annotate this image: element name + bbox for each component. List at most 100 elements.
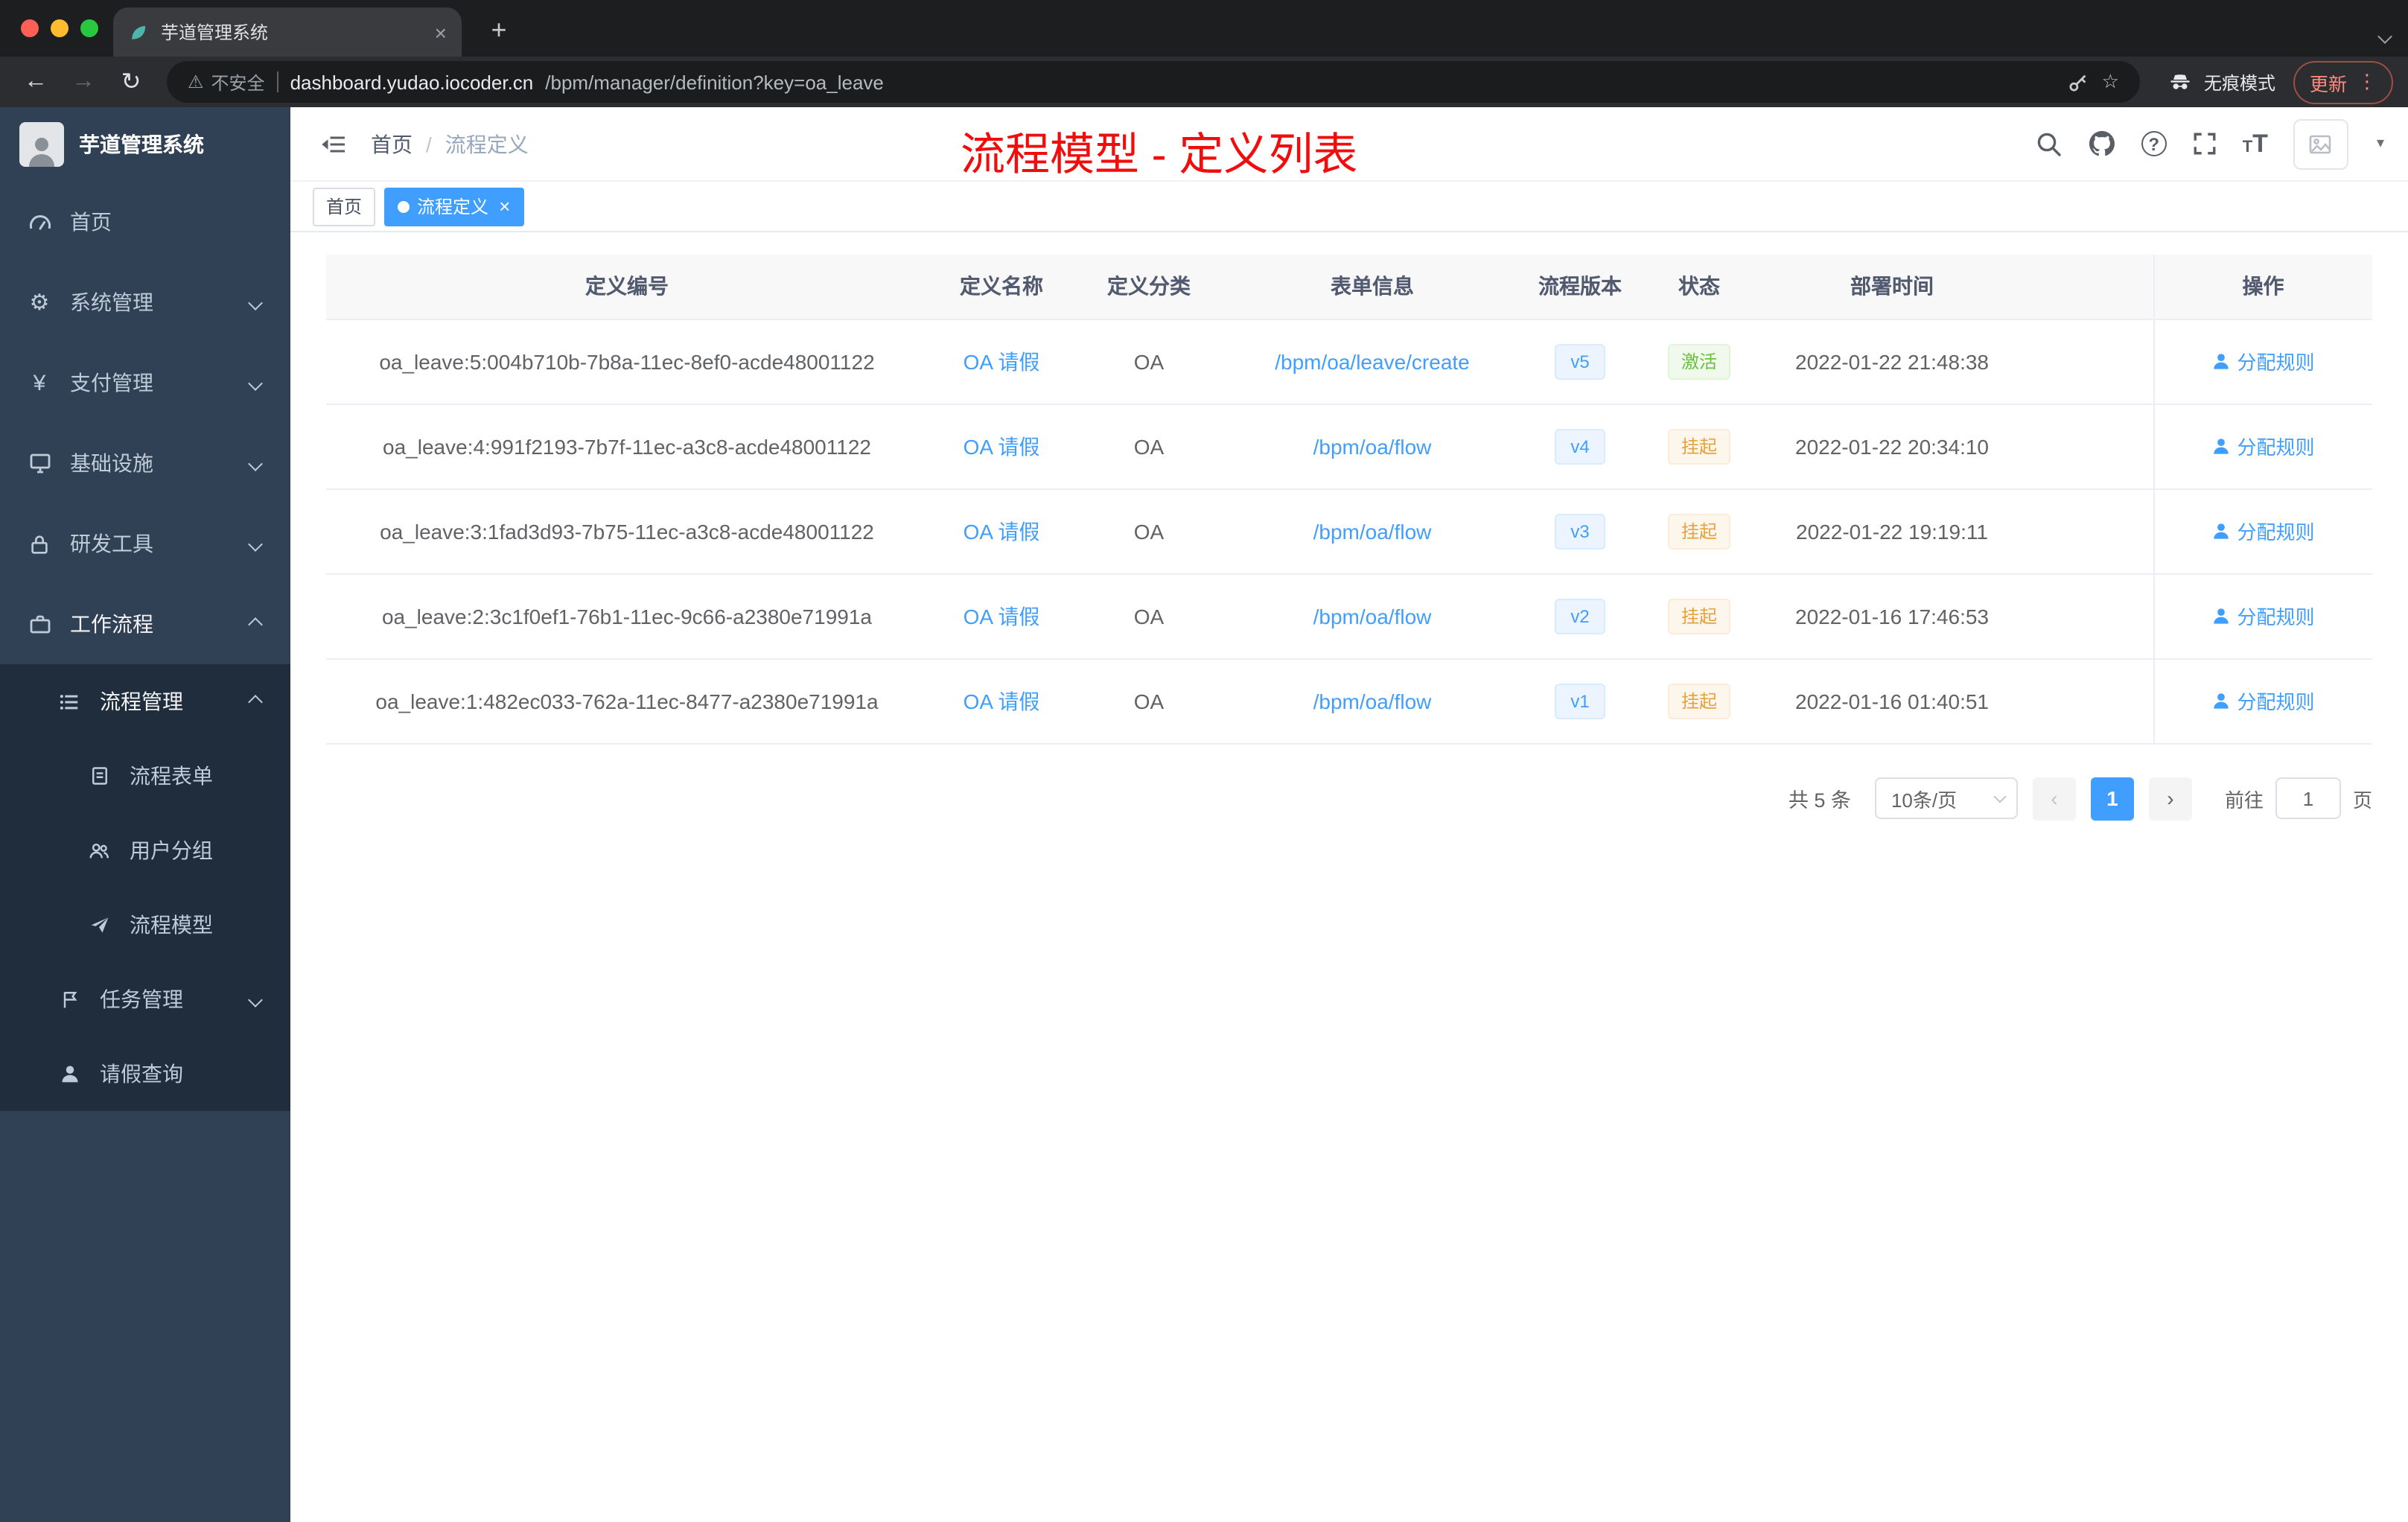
page-title: 流程模型 - 定义列表 — [961, 131, 1358, 180]
col-filler — [2024, 255, 2153, 319]
goto-page-input[interactable] — [2275, 777, 2341, 819]
close-window-button[interactable] — [21, 19, 39, 37]
sidebar-item-payment-mgmt[interactable]: ¥ 支付管理 — [0, 343, 290, 423]
address-bar[interactable]: ⚠ 不安全 dashboard.yudao.iocoder.cn/bpm/man… — [167, 61, 2140, 103]
form-info-link[interactable]: /bpm/oa/flow — [1313, 689, 1432, 713]
search-icon[interactable] — [2036, 130, 2063, 157]
total-count: 共 5 条 — [1788, 789, 1851, 812]
page-unit-label: 页 — [2352, 789, 2372, 811]
definition-category: OA — [1075, 404, 1223, 489]
chevron-down-icon — [1993, 789, 2007, 803]
back-button[interactable]: ← — [15, 61, 57, 103]
col-status: 状态 — [1638, 255, 1760, 319]
bookmark-star-icon[interactable]: ☆ — [2102, 70, 2119, 94]
assign-rule-button[interactable]: 分配规则 — [2211, 432, 2315, 460]
browser-menu-icon[interactable]: ⋮ — [2357, 70, 2377, 94]
definition-category: OA — [1075, 573, 1223, 659]
dashboard-icon — [27, 210, 52, 234]
definition-id: oa_leave:4:991f2193-7b7f-11ec-a3c8-acde4… — [326, 404, 928, 489]
assign-rule-button[interactable]: 分配规则 — [2211, 602, 2315, 630]
tag-close-icon[interactable]: × — [499, 197, 510, 216]
sidebar-item-task-mgmt[interactable]: 任务管理 — [0, 962, 290, 1037]
task-flag-icon — [57, 989, 82, 1010]
security-warning[interactable]: ⚠ 不安全 — [188, 69, 265, 95]
sidebar-item-user-group[interactable]: 用户分组 — [0, 813, 290, 888]
window-controls[interactable] — [21, 19, 98, 37]
tab-title: 芋道管理系统 — [161, 22, 269, 43]
definition-name-link[interactable]: OA 请假 — [963, 689, 1040, 713]
page-size-select[interactable]: 10条/页 — [1874, 777, 2018, 819]
minimize-window-button[interactable] — [51, 19, 69, 37]
maximize-window-button[interactable] — [80, 19, 98, 37]
col-definition-category: 定义分类 — [1075, 255, 1223, 319]
page-1-button[interactable]: 1 — [2090, 777, 2134, 820]
definition-name-link[interactable]: OA 请假 — [963, 349, 1040, 373]
process-model-icon — [86, 914, 112, 935]
status-badge: 挂起 — [1667, 683, 1730, 719]
table-header-row: 定义编号 定义名称 定义分类 表单信息 流程版本 状态 部署时间 操作 — [326, 255, 2372, 319]
version-tag: v4 — [1555, 428, 1605, 464]
definition-id: oa_leave:1:482ec033-762a-11ec-8477-a2380… — [326, 658, 928, 744]
prev-page-button[interactable]: ‹ — [2032, 777, 2076, 820]
definition-name-link[interactable]: OA 请假 — [963, 434, 1040, 458]
form-info-link[interactable]: /bpm/oa/flow — [1313, 604, 1432, 628]
user-avatar[interactable] — [2293, 118, 2348, 169]
breadcrumb: 首页 / 流程定义 — [371, 129, 529, 159]
assign-rule-button[interactable]: 分配规则 — [2211, 517, 2315, 545]
fullscreen-icon[interactable] — [2192, 131, 2217, 156]
yen-icon: ¥ — [33, 370, 46, 395]
sidebar-item-system-mgmt[interactable]: ⚙ 系统管理 — [0, 262, 290, 343]
assign-rule-button[interactable]: 分配规则 — [2211, 687, 2315, 715]
sidebar-logo[interactable]: 芋道管理系统 — [0, 107, 290, 182]
browser-tab[interactable]: 芋道管理系统 × — [113, 7, 462, 57]
definition-name-link[interactable]: OA 请假 — [963, 604, 1040, 628]
sidebar-item-leave-query[interactable]: 请假查询 — [0, 1037, 290, 1111]
form-icon — [86, 765, 112, 786]
key-icon[interactable] — [2068, 71, 2090, 93]
form-info-link[interactable]: /bpm/oa/flow — [1313, 434, 1432, 458]
status-badge: 激活 — [1667, 343, 1730, 379]
definition-id: oa_leave:3:1fad3d93-7b75-11ec-a3c8-acde4… — [326, 488, 928, 574]
chevron-up-icon — [248, 617, 263, 631]
tag-process-definition[interactable]: 流程定义 × — [384, 187, 524, 226]
sidebar-fold-icon[interactable] — [320, 130, 347, 157]
goto-label: 前往 — [2224, 789, 2264, 811]
definition-category: OA — [1075, 488, 1223, 574]
definition-name-link[interactable]: OA 请假 — [963, 519, 1040, 543]
next-page-button[interactable]: › — [2148, 777, 2192, 820]
assign-rule-button[interactable]: 分配规则 — [2211, 347, 2315, 375]
tab-favicon-icon — [128, 22, 149, 42]
forward-button[interactable]: → — [63, 61, 104, 103]
sidebar-item-workflow[interactable]: 工作流程 — [0, 584, 290, 664]
version-tag: v5 — [1555, 343, 1605, 379]
warning-icon: ⚠ — [188, 71, 204, 92]
help-icon[interactable]: ? — [2141, 131, 2167, 156]
infrastructure-icon — [27, 451, 52, 475]
process-list-icon — [57, 690, 82, 713]
form-info-link[interactable]: /bpm/oa/leave/create — [1275, 349, 1470, 373]
col-definition-id: 定义编号 — [326, 255, 928, 319]
tab-search-chevron-icon[interactable] — [2377, 22, 2392, 49]
font-size-icon[interactable]: TT — [2243, 129, 2268, 159]
tags-view: 首页 流程定义 × — [290, 182, 2408, 232]
breadcrumb-home[interactable]: 首页 — [371, 129, 413, 159]
tag-home[interactable]: 首页 — [313, 187, 376, 226]
github-icon[interactable] — [2088, 130, 2116, 158]
form-info-link[interactable]: /bpm/oa/flow — [1313, 519, 1432, 543]
user-menu-caret-icon[interactable]: ▾ — [2377, 136, 2384, 152]
deploy-time: 2022-01-22 21:48:38 — [1760, 319, 2024, 404]
browser-update-button[interactable]: 更新 ⋮ — [2293, 60, 2393, 104]
sidebar-item-infrastructure[interactable]: 基础设施 — [0, 423, 290, 503]
new-tab-button[interactable]: + — [480, 10, 518, 49]
sidebar-item-home[interactable]: 首页 — [0, 182, 290, 262]
active-dot — [398, 200, 410, 212]
chevron-down-icon — [248, 375, 263, 390]
reload-button[interactable]: ↻ — [110, 61, 152, 103]
sidebar-item-process-mgmt[interactable]: 流程管理 — [0, 664, 290, 739]
sidebar-item-process-form[interactable]: 流程表单 — [0, 739, 290, 813]
deploy-time: 2022-01-22 20:34:10 — [1760, 404, 2024, 489]
user-group-icon — [86, 839, 112, 862]
tab-close-icon[interactable]: × — [435, 20, 447, 44]
sidebar-item-dev-tools[interactable]: 研发工具 — [0, 503, 290, 584]
sidebar-item-process-model[interactable]: 流程模型 — [0, 888, 290, 962]
